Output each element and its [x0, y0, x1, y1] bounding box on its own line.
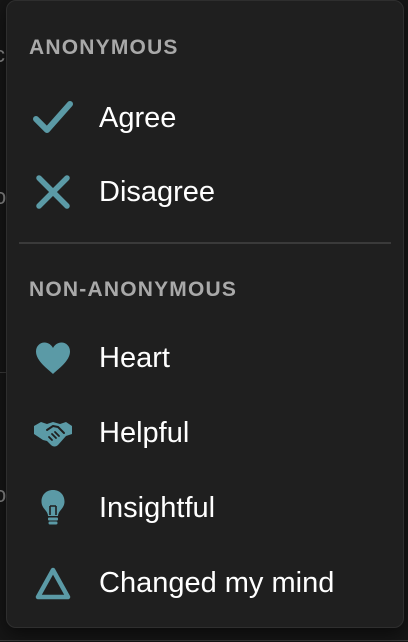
check-icon [32, 97, 74, 139]
reaction-menu: ANONYMOUS Agree Disagree NON-ANONYMOUS H… [6, 0, 404, 628]
menu-item-heart[interactable]: Heart [7, 326, 403, 390]
lightbulb-icon [32, 487, 74, 529]
menu-item-changed-my-mind[interactable]: Changed my mind [7, 551, 403, 615]
background-partial-text: c [0, 44, 5, 66]
menu-item-agree[interactable]: Agree [7, 86, 403, 150]
heart-icon [32, 337, 74, 379]
menu-item-helpful[interactable]: Helpful [7, 401, 403, 465]
menu-item-disagree[interactable]: Disagree [7, 160, 403, 224]
menu-item-label: Agree [99, 101, 177, 134]
menu-item-label: Heart [99, 341, 170, 374]
handshake-icon [32, 412, 74, 454]
menu-item-label: Helpful [99, 416, 190, 449]
menu-item-label: Disagree [99, 175, 216, 208]
menu-item-insightful[interactable]: Insightful [7, 476, 403, 540]
triangle-icon [32, 562, 74, 604]
section-header-anonymous: ANONYMOUS [29, 36, 179, 59]
section-header-non-anonymous: NON-ANONYMOUS [29, 278, 238, 301]
section-divider [19, 242, 391, 244]
cross-icon [32, 171, 74, 213]
menu-item-label: Changed my mind [99, 566, 335, 599]
background-divider [0, 640, 408, 641]
menu-item-label: Insightful [99, 491, 216, 524]
